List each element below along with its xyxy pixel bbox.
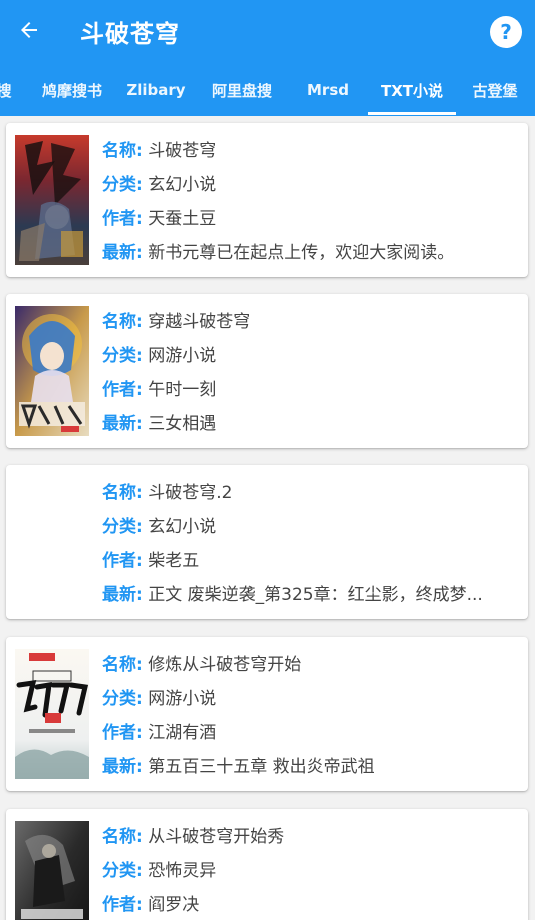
name-label: 名称:	[102, 827, 143, 847]
book-info: 名称: 从斗破苍穹开始秀 分类: 恐怖灵异 作者: 阎罗决	[102, 825, 512, 920]
book-category-row: 分类: 玄幻小说	[102, 515, 512, 549]
book-cover	[15, 821, 89, 920]
category-label: 分类:	[102, 175, 143, 195]
book-name-row: 名称: 修炼从斗破苍穹开始	[102, 653, 512, 687]
tab-zlibary[interactable]: Zlibary	[118, 64, 194, 116]
tab-txt-novel[interactable]: TXT小说	[368, 64, 456, 116]
name-label: 名称:	[102, 141, 143, 161]
book-cover	[15, 306, 89, 436]
help-icon: ?	[500, 20, 512, 44]
toolbar: 斗破苍穹 ?	[0, 0, 535, 64]
source-tabs: 搜 鸠摩搜书 Zlibary 阿里盘搜 Mrsd TXT小说 古登堡	[0, 64, 535, 116]
book-name-row: 名称: 斗破苍穹	[102, 139, 512, 173]
book-latest-row: 最新: 三女相遇	[102, 412, 512, 446]
book-latest: 三女相遇	[148, 414, 217, 434]
book-category-row: 分类: 网游小说	[102, 687, 512, 721]
book-category-row: 分类: 玄幻小说	[102, 173, 512, 207]
page-title: 斗破苍穹	[80, 20, 180, 48]
book-info: 名称: 斗破苍穹 分类: 玄幻小说 作者: 天蚕土豆 最新: 新书元尊已在起点上…	[102, 139, 512, 275]
book-author-row: 作者: 天蚕土豆	[102, 207, 512, 241]
category-label: 分类:	[102, 689, 143, 709]
book-latest: 新书元尊已在起点上传，欢迎大家阅读。	[148, 243, 455, 263]
book-category: 网游小说	[148, 689, 217, 709]
arrow-left-icon	[21, 22, 37, 38]
name-label: 名称:	[102, 483, 143, 503]
author-label: 作者:	[102, 209, 143, 229]
author-label: 作者:	[102, 380, 143, 400]
book-author-row: 作者: 阎罗决	[102, 893, 512, 920]
category-label: 分类:	[102, 346, 143, 366]
tab-gutenberg[interactable]: 古登堡	[462, 64, 528, 116]
latest-label: 最新:	[102, 757, 143, 777]
book-name: 从斗破苍穹开始秀	[148, 827, 285, 847]
category-label: 分类:	[102, 861, 143, 881]
book-latest: 第五百三十五章 救出炎帝武祖	[148, 757, 375, 777]
tab-alipan[interactable]: 阿里盘搜	[200, 64, 284, 116]
book-category: 玄幻小说	[148, 517, 217, 537]
book-card[interactable]: 名称: 修炼从斗破苍穹开始 分类: 网游小说 作者: 江湖有酒 最新: 第五百三…	[6, 637, 528, 791]
book-category: 网游小说	[148, 346, 217, 366]
book-card[interactable]: 名称: 穿越斗破苍穹 分类: 网游小说 作者: 午时一刻 最新: 三女相遇	[6, 294, 528, 448]
book-info: 名称: 斗破苍穹.2 分类: 玄幻小说 作者: 柴老五 最新: 正文 废柴逆袭_…	[102, 481, 512, 617]
book-name: 斗破苍穹	[148, 141, 217, 161]
book-latest-row: 最新: 正文 废柴逆袭_第325章：红尘影，终成梦...	[102, 583, 512, 617]
book-author: 柴老五	[148, 551, 200, 571]
book-latest-row: 最新: 新书元尊已在起点上传，欢迎大家阅读。	[102, 241, 512, 275]
book-name-row: 名称: 从斗破苍穹开始秀	[102, 825, 512, 859]
name-label: 名称:	[102, 312, 143, 332]
latest-label: 最新:	[102, 243, 143, 263]
author-label: 作者:	[102, 895, 143, 915]
book-author: 江湖有酒	[148, 723, 217, 743]
book-author: 阎罗决	[148, 895, 200, 915]
book-author-row: 作者: 柴老五	[102, 549, 512, 583]
app-bar: 斗破苍穹 ? 搜 鸠摩搜书 Zlibary 阿里盘搜 Mrsd TXT小说 古登…	[0, 0, 535, 116]
tab-partial[interactable]: 搜	[0, 64, 14, 116]
latest-label: 最新:	[102, 414, 143, 434]
tab-mrsd[interactable]: Mrsd	[292, 64, 364, 116]
book-category: 玄幻小说	[148, 175, 217, 195]
tab-jiumo[interactable]: 鸠摩搜书	[30, 64, 114, 116]
book-name-row: 名称: 斗破苍穹.2	[102, 481, 512, 515]
book-author: 天蚕土豆	[148, 209, 217, 229]
book-name: 修炼从斗破苍穹开始	[148, 655, 302, 675]
book-latest: 正文 废柴逆袭_第325章：红尘影，终成梦...	[148, 585, 483, 605]
book-latest-row: 最新: 第五百三十五章 救出炎帝武祖	[102, 755, 512, 789]
book-author-row: 作者: 午时一刻	[102, 378, 512, 412]
name-label: 名称:	[102, 655, 143, 675]
book-info: 名称: 穿越斗破苍穹 分类: 网游小说 作者: 午时一刻 最新: 三女相遇	[102, 310, 512, 446]
active-tab-indicator	[368, 112, 456, 115]
book-category: 恐怖灵异	[148, 861, 217, 881]
book-author-row: 作者: 江湖有酒	[102, 721, 512, 755]
author-label: 作者:	[102, 723, 143, 743]
latest-label: 最新:	[102, 585, 143, 605]
book-name: 斗破苍穹.2	[148, 483, 233, 503]
book-card[interactable]: 名称: 从斗破苍穹开始秀 分类: 恐怖灵异 作者: 阎罗决	[6, 809, 528, 920]
book-card[interactable]: 名称: 斗破苍穹 分类: 玄幻小说 作者: 天蚕土豆 最新: 新书元尊已在起点上…	[6, 123, 528, 277]
help-button[interactable]: ?	[490, 16, 522, 48]
book-author: 午时一刻	[148, 380, 217, 400]
book-name: 穿越斗破苍穹	[148, 312, 251, 332]
book-cover	[15, 135, 89, 265]
author-label: 作者:	[102, 551, 143, 571]
book-category-row: 分类: 网游小说	[102, 344, 512, 378]
book-category-row: 分类: 恐怖灵异	[102, 859, 512, 893]
back-button[interactable]	[14, 15, 44, 45]
book-card[interactable]: 名称: 斗破苍穹.2 分类: 玄幻小说 作者: 柴老五 最新: 正文 废柴逆袭_…	[6, 465, 528, 619]
book-cover	[15, 649, 89, 779]
category-label: 分类:	[102, 517, 143, 537]
book-name-row: 名称: 穿越斗破苍穹	[102, 310, 512, 344]
book-info: 名称: 修炼从斗破苍穹开始 分类: 网游小说 作者: 江湖有酒 最新: 第五百三…	[102, 653, 512, 789]
